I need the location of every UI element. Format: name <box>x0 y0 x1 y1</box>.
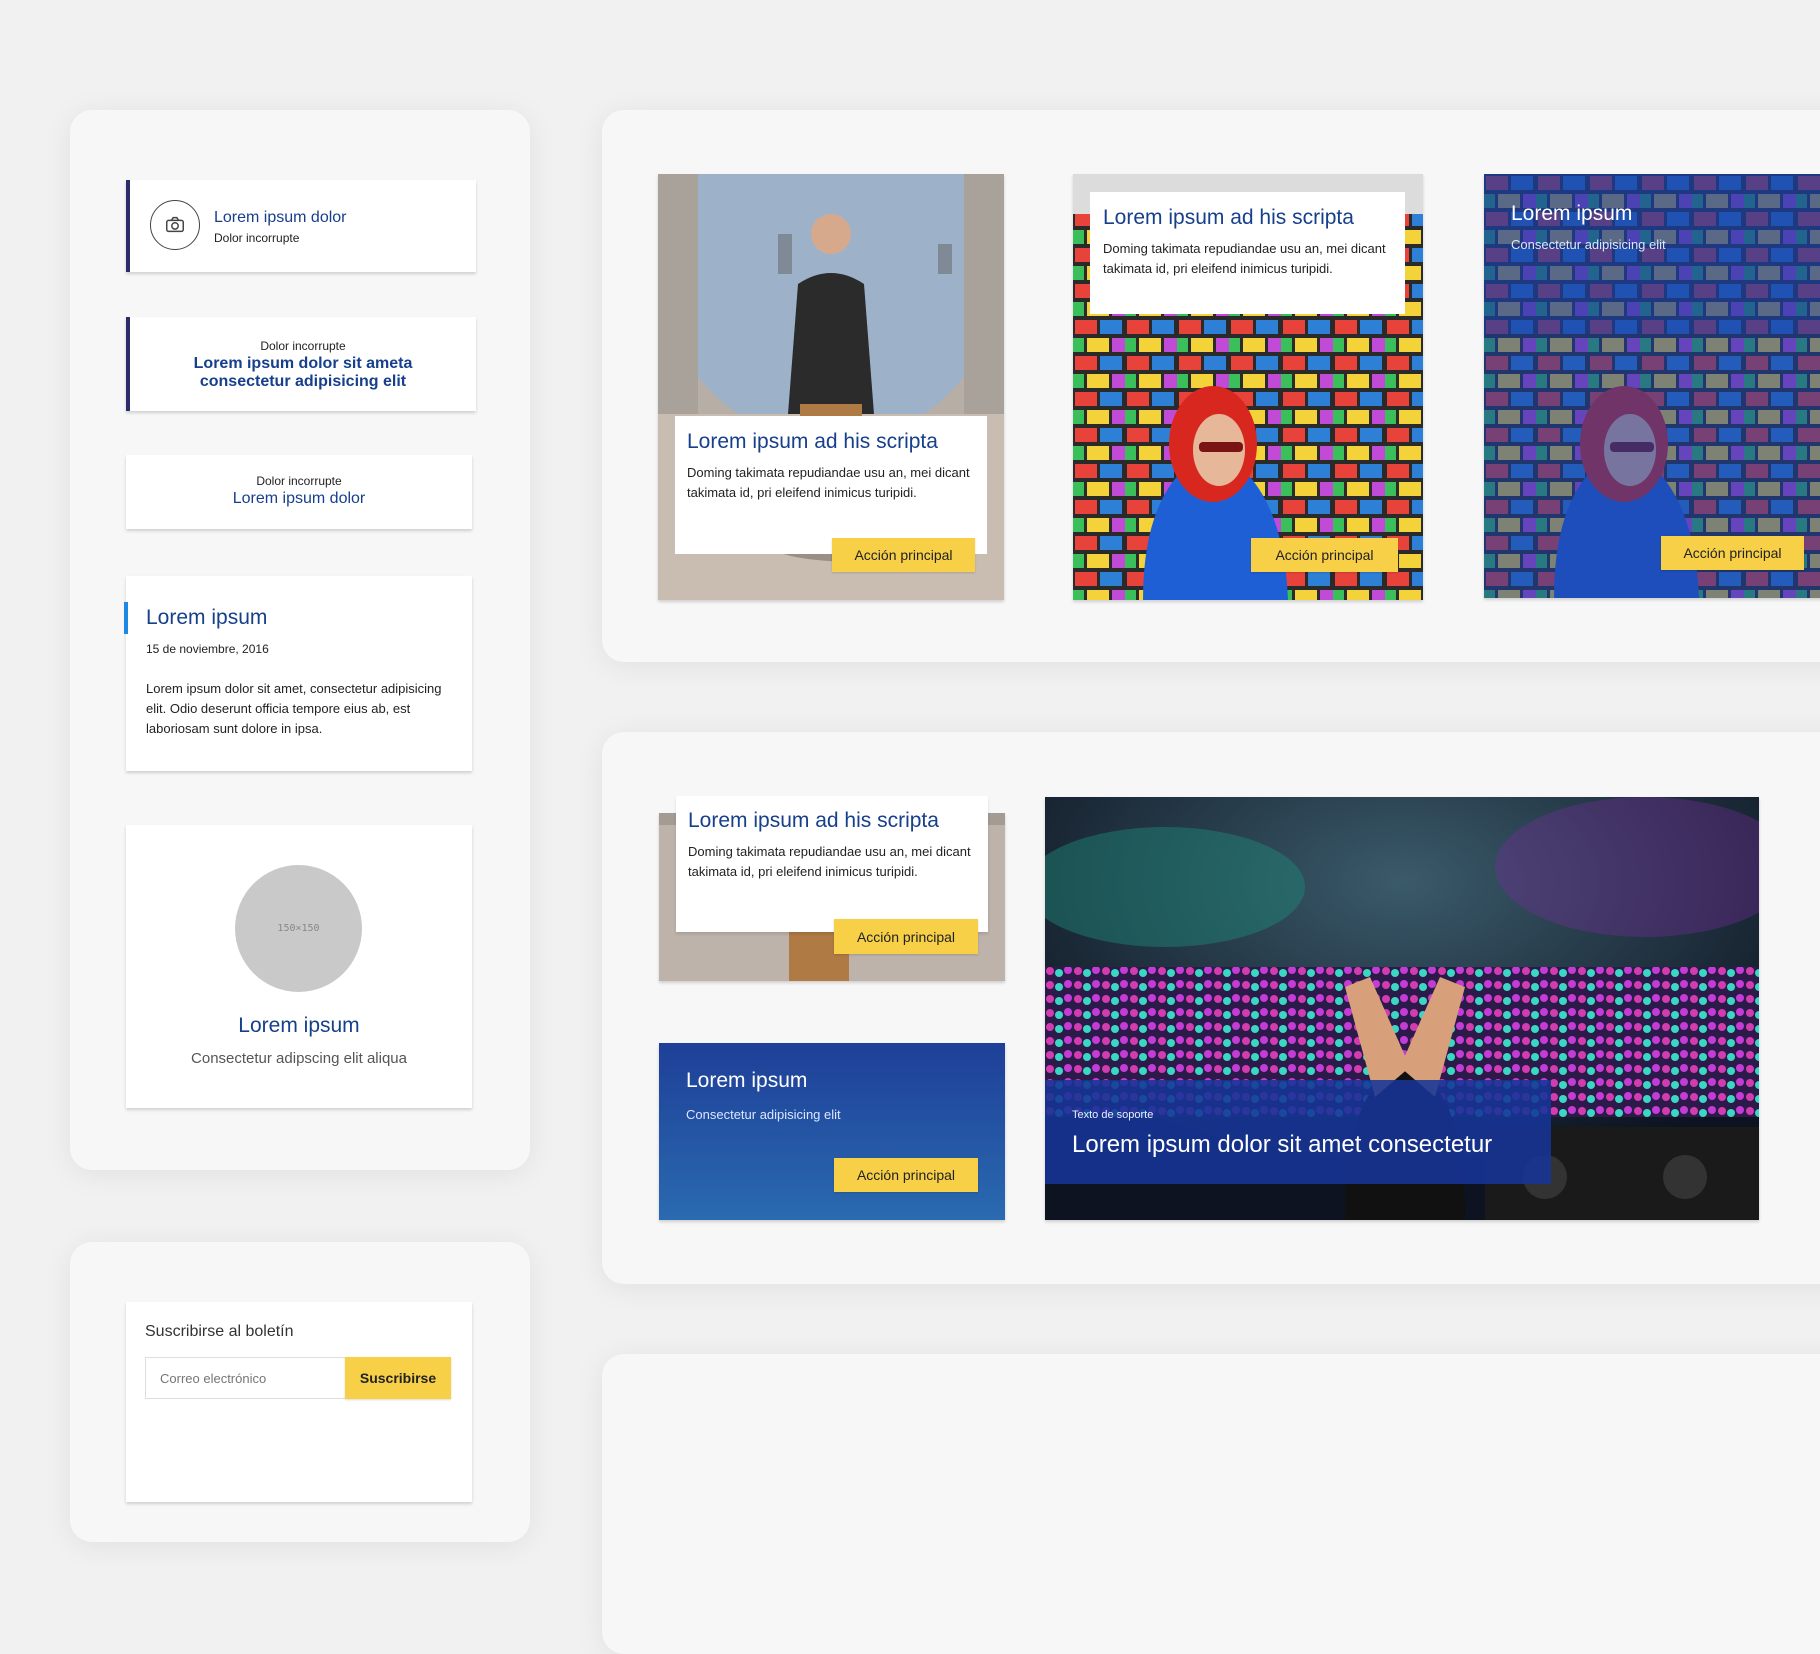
card-title-line2: consectetur adipisicing elit <box>199 373 407 390</box>
card-subtitle: Dolor incorrupte <box>214 231 300 245</box>
hero-kicker: Texto de soporte <box>1072 1109 1154 1121</box>
card-title: Lorem ipsum dolor sit ameta <box>193 355 413 372</box>
hero-card[interactable]: Texto de soporte Lorem ipsum dolor sit a… <box>1045 797 1759 1220</box>
highlight-bar <box>124 602 128 634</box>
card-subtitle: Consectetur adipisicing elit <box>1511 237 1666 252</box>
card-title: Lorem ipsum ad his scripta <box>687 430 938 453</box>
card-title: Lorem ipsum dolor <box>232 490 366 507</box>
card-body: Doming takimata repudiandae usu an, mei … <box>1103 241 1386 276</box>
card-title: Lorem ipsum ad his scripta <box>688 809 939 832</box>
hero-title: Lorem ipsum dolor sit amet consectetur <box>1072 1131 1493 1158</box>
camera-icon <box>150 200 200 250</box>
card-overlay: Lorem ipsum ad his scripta Doming takima… <box>676 796 988 932</box>
card-title: Lorem ipsum ad his scripta <box>1103 206 1354 229</box>
card-profile[interactable]: 150×150 Lorem ipsum Consectetur adipscin… <box>126 825 472 1108</box>
card-title: Lorem ipsum <box>1511 202 1633 225</box>
email-field[interactable] <box>145 1357 345 1399</box>
hero-caption: Texto de soporte Lorem ipsum dolor sit a… <box>1045 1080 1551 1184</box>
avatar: 150×150 <box>235 865 362 992</box>
feature-card-2[interactable]: Lorem ipsum ad his scripta Doming takima… <box>1073 174 1423 600</box>
card-simple[interactable]: Dolor incorrupte Lorem ipsum dolor <box>126 455 472 529</box>
primary-action-button[interactable]: Acción principal <box>1661 536 1804 570</box>
card-body: Doming takimata repudiandae usu an, mei … <box>687 465 970 500</box>
feature-card-3[interactable]: Lorem ipsum Consectetur adipisicing elit… <box>1484 174 1820 598</box>
newsletter-title: Suscribirse al boletín <box>145 1323 294 1340</box>
card-overlay: Lorem ipsum ad his scripta Doming takima… <box>1090 192 1405 314</box>
card-subtitle: Consectetur adipscing elit aliqua <box>191 1050 407 1067</box>
card-article[interactable]: Lorem ipsum 15 de noviembre, 2016 Lorem … <box>124 576 472 771</box>
primary-action-button[interactable]: Acción principal <box>834 1158 978 1192</box>
feature-card-1[interactable]: Lorem ipsum ad his scripta Doming takima… <box>658 174 1004 600</box>
email-input[interactable] <box>158 1358 342 1398</box>
card-subtitle: Consectetur adipisicing elit <box>686 1107 841 1122</box>
primary-action-button[interactable]: Acción principal <box>1251 538 1398 572</box>
primary-action-button[interactable]: Acción principal <box>832 538 975 572</box>
avatar-placeholder-text: 150×150 <box>277 923 320 934</box>
card-overlay: Lorem ipsum ad his scripta Doming takima… <box>675 416 987 554</box>
card-date: 15 de noviembre, 2016 <box>146 642 269 656</box>
card-title: Lorem ipsum <box>686 1069 808 1092</box>
newsletter-card: Suscribirse al boletín Suscribirse <box>126 1302 472 1502</box>
card-icon-title[interactable]: Lorem ipsum dolor Dolor incorrupte <box>126 180 476 272</box>
card-body: Lorem ipsum dolor sit amet, consectetur … <box>146 681 442 736</box>
subscribe-button[interactable]: Suscribirse <box>345 1357 451 1399</box>
card-centered-title[interactable]: Dolor incorrupte Lorem ipsum dolor sit a… <box>126 317 476 411</box>
card-body: Doming takimata repudiandae usu an, mei … <box>688 844 971 879</box>
card-kicker: Dolor incorrupte <box>256 474 342 488</box>
card-title: Lorem ipsum dolor <box>214 209 347 226</box>
card-kicker: Dolor incorrupte <box>260 339 346 353</box>
bottom-panel <box>602 1354 1820 1654</box>
feature-card-5[interactable]: Lorem ipsum Consectetur adipisicing elit… <box>659 1043 1005 1220</box>
card-title: Lorem ipsum <box>146 606 268 629</box>
card-title: Lorem ipsum <box>238 1014 360 1037</box>
primary-action-button[interactable]: Acción principal <box>834 919 978 954</box>
